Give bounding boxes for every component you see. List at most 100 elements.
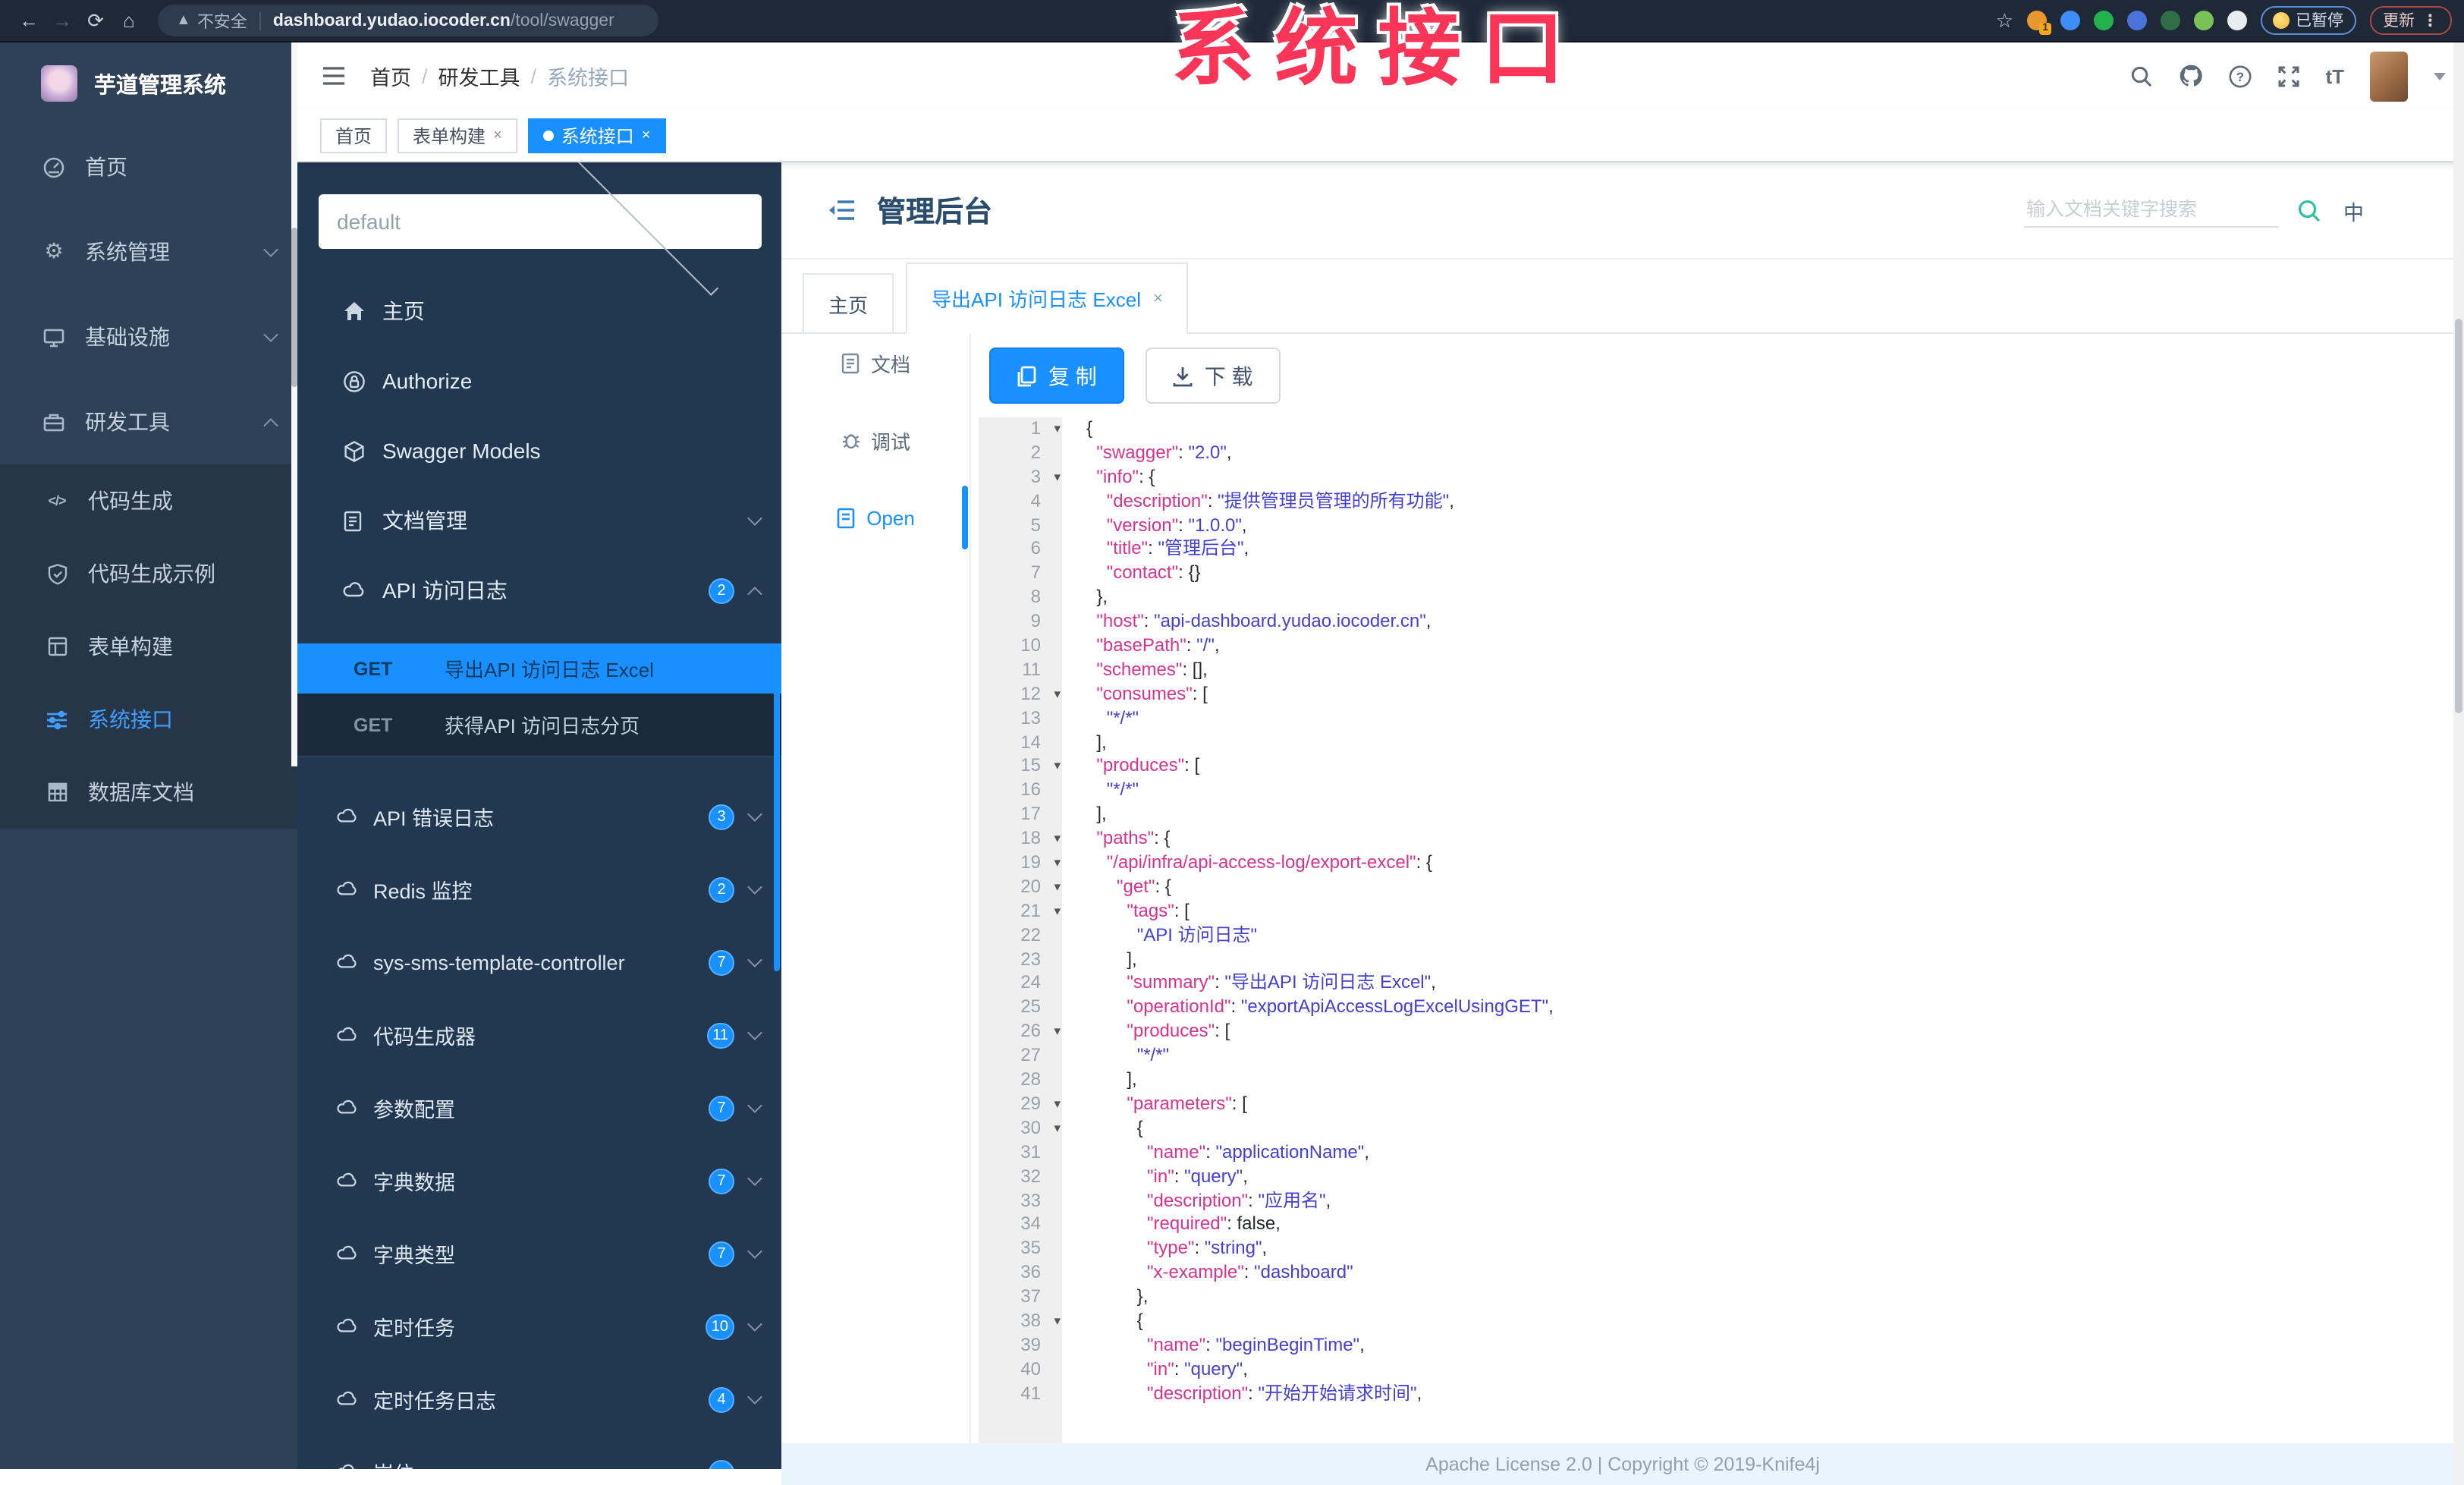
sidebar-subitem-1[interactable]: 代码生成示例 bbox=[0, 537, 297, 610]
api-group-2[interactable]: sys-sms-template-controller 7 bbox=[297, 926, 781, 999]
user-avatar[interactable] bbox=[2370, 51, 2408, 101]
line-number: 8 bbox=[1030, 586, 1041, 608]
search-icon[interactable] bbox=[2129, 64, 2152, 87]
browser-menu-icon[interactable]: ⋮ bbox=[2422, 11, 2438, 30]
extension-icon-6[interactable] bbox=[2194, 11, 2214, 30]
doc-menu-icon[interactable] bbox=[828, 199, 856, 222]
extension-icon-5[interactable] bbox=[2161, 11, 2180, 30]
view-tab-1[interactable]: 表单构建 × bbox=[398, 118, 517, 153]
doc-search-icon[interactable] bbox=[2296, 198, 2321, 222]
doc-side-nav: 文档调试 Open bbox=[781, 334, 971, 1443]
doc-nav-调试[interactable]: 调试 bbox=[781, 419, 970, 461]
api-group-9[interactable]: 岗位 bbox=[297, 1436, 781, 1469]
swagger-sidebar-scrollbar[interactable] bbox=[774, 653, 780, 971]
close-icon[interactable]: × bbox=[1153, 289, 1163, 307]
extension-icon-7[interactable] bbox=[2227, 11, 2247, 30]
breadcrumb-item[interactable]: 首页 bbox=[370, 61, 411, 91]
swagger-nav-3[interactable]: 文档管理 bbox=[297, 486, 781, 555]
sidebar-item-1[interactable]: ⚙ 系统管理 bbox=[0, 209, 297, 294]
help-icon[interactable]: ? bbox=[2228, 64, 2251, 87]
api-group-8[interactable]: 定时任务日志 4 bbox=[297, 1363, 781, 1436]
fold-arrow-icon[interactable]: ▾ bbox=[1054, 900, 1061, 924]
sidebar-item-0[interactable]: 首页 bbox=[0, 124, 297, 209]
forward-icon[interactable]: → bbox=[46, 9, 79, 32]
fullscreen-icon[interactable] bbox=[2277, 64, 2299, 87]
app-logo-row[interactable]: 芋道管理系统 bbox=[0, 42, 297, 124]
sidebar-item-3[interactable]: 研发工具 bbox=[0, 379, 297, 464]
fold-arrow-icon[interactable]: ▾ bbox=[1054, 683, 1061, 707]
fold-arrow-icon[interactable]: ▾ bbox=[1054, 466, 1061, 490]
doc-nav-文档[interactable]: 文档 bbox=[781, 341, 970, 384]
fold-arrow-icon[interactable]: ▾ bbox=[1054, 1093, 1061, 1117]
api-group-1[interactable]: Redis 监控 2 bbox=[297, 853, 781, 926]
refresh-icon[interactable]: ⟳ bbox=[79, 8, 112, 33]
gutter-line: 35 bbox=[979, 1238, 1062, 1262]
app-sidebar-scrollbar[interactable] bbox=[291, 42, 297, 766]
api-group-7[interactable]: 定时任务 10 bbox=[297, 1290, 781, 1363]
chevron-up-icon bbox=[263, 417, 278, 433]
doc-nav-open[interactable]: Open bbox=[781, 486, 970, 549]
code-line: ], bbox=[1086, 948, 1137, 970]
address-bar[interactable]: ▲ 不安全 dashboard.yudao.iocoder.cn /tool/s… bbox=[158, 5, 658, 36]
api-group-3[interactable]: 代码生成器 11 bbox=[297, 999, 781, 1071]
page-scrollbar[interactable] bbox=[2453, 42, 2464, 1485]
sidebar-subitem-3[interactable]: 系统接口 bbox=[0, 683, 297, 756]
fold-arrow-icon[interactable]: ▾ bbox=[1054, 851, 1061, 876]
view-tab-0[interactable]: 首页 bbox=[320, 118, 388, 153]
download-button[interactable]: 下 载 bbox=[1145, 348, 1281, 404]
fold-arrow-icon[interactable]: ▾ bbox=[1054, 827, 1061, 851]
back-icon[interactable]: ← bbox=[12, 9, 46, 32]
hamburger-icon[interactable] bbox=[322, 65, 346, 87]
code-line: ], bbox=[1086, 803, 1107, 825]
copy-button[interactable]: 复 制 bbox=[989, 348, 1124, 404]
extension-icon-1[interactable]: 1 bbox=[2027, 11, 2051, 35]
extension-icon-3[interactable] bbox=[2094, 11, 2114, 30]
doc-tab-0[interactable]: 主页 bbox=[803, 273, 894, 334]
api-group-0[interactable]: API 错误日志 3 bbox=[297, 780, 781, 853]
user-menu-caret-icon[interactable] bbox=[2434, 72, 2446, 80]
sidebar-item-label: 研发工具 bbox=[85, 410, 170, 434]
fold-arrow-icon[interactable]: ▾ bbox=[1054, 755, 1061, 779]
language-switch-icon[interactable]: 中 bbox=[2343, 195, 2364, 225]
swagger-nav-1[interactable]: Authorize bbox=[297, 346, 781, 416]
swagger-nav-2[interactable]: Swagger Models bbox=[297, 416, 781, 486]
fold-arrow-icon[interactable]: ▾ bbox=[1054, 1117, 1061, 1141]
api-group-6[interactable]: 字典类型 7 bbox=[297, 1217, 781, 1290]
api-group-4[interactable]: 参数配置 7 bbox=[297, 1071, 781, 1144]
breadcrumb-item[interactable]: 研发工具 bbox=[438, 61, 520, 91]
github-icon[interactable] bbox=[2178, 64, 2202, 88]
browser-home-icon[interactable]: ⌂ bbox=[112, 9, 146, 32]
fold-arrow-icon[interactable]: ▾ bbox=[1054, 876, 1061, 900]
close-icon[interactable]: × bbox=[493, 127, 502, 143]
browser-update-button[interactable]: 更新 ⋮ bbox=[2369, 6, 2452, 35]
doc-tab-label: 导出API 访问日志 Excel bbox=[932, 288, 1141, 311]
fold-arrow-icon[interactable]: ▾ bbox=[1054, 1310, 1061, 1334]
fold-arrow-icon[interactable]: ▾ bbox=[1054, 1021, 1061, 1045]
close-icon[interactable]: × bbox=[642, 127, 651, 143]
font-size-icon[interactable]: tT bbox=[2325, 64, 2344, 87]
sidebar-subitem-4[interactable]: 数据库文档 bbox=[0, 756, 297, 829]
paused-extension-pill[interactable]: 已暂停 bbox=[2261, 6, 2356, 35]
api-group-5[interactable]: 字典数据 7 bbox=[297, 1144, 781, 1217]
editor-code[interactable]: { "swagger": "2.0", "info": { "descripti… bbox=[1062, 417, 2464, 1443]
extension-icon-4[interactable] bbox=[2127, 11, 2147, 30]
doc-search-input[interactable] bbox=[2023, 193, 2278, 228]
swagger-group-select[interactable]: default bbox=[319, 162, 762, 296]
extension-icon-2[interactable] bbox=[2060, 11, 2080, 30]
view-tab-2[interactable]: 系统接口 × bbox=[527, 118, 666, 153]
operation-row-0[interactable]: GET 导出API 访问日志 Excel bbox=[297, 643, 781, 694]
sidebar-item-2[interactable]: 基础设施 bbox=[0, 294, 297, 379]
gutter-line: 20 ▾ bbox=[979, 876, 1062, 900]
code-editor[interactable]: 1 ▾ 2 3 ▾ 4 5 6 7 8 9 10 11 12 ▾ 13 14 15 ▾ 16 17 18 ▾ 19 ▾ 20 ▾ 21… bbox=[979, 417, 2464, 1443]
sidebar-subitem-2[interactable]: 表单构建 bbox=[0, 610, 297, 683]
swagger-nav-4[interactable]: API 访问日志 2 bbox=[297, 555, 781, 625]
lock-icon bbox=[343, 370, 366, 392]
line-number: 17 bbox=[1020, 803, 1041, 825]
sidebar-subitem-0[interactable]: </> 代码生成 bbox=[0, 464, 297, 537]
fold-arrow-icon[interactable]: ▾ bbox=[1054, 417, 1061, 442]
doc-tab-1[interactable]: 导出API 访问日志 Excel × bbox=[906, 263, 1189, 334]
line-number: 13 bbox=[1020, 706, 1041, 728]
bookmark-star-icon[interactable]: ☆ bbox=[1996, 8, 2013, 33]
operation-row-1[interactable]: GET 获得API 访问日志分页 bbox=[297, 694, 781, 757]
logo-avatar bbox=[41, 65, 77, 102]
